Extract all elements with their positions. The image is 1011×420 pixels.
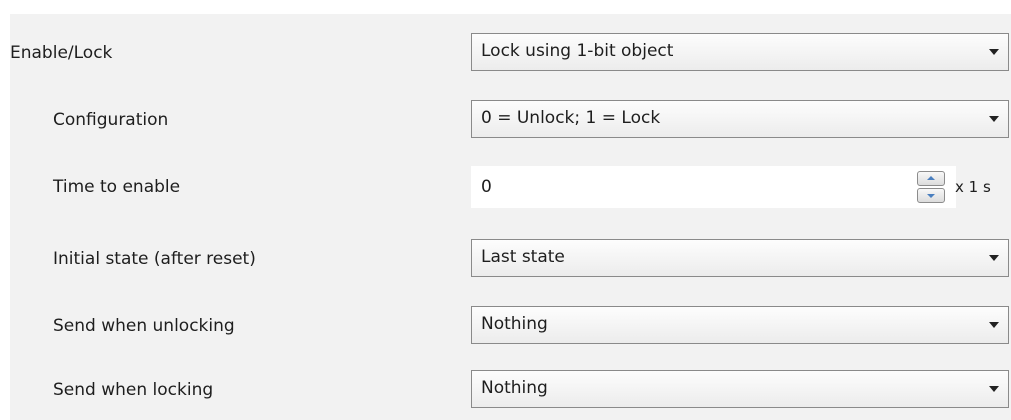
initial-state-value: Last state bbox=[481, 247, 565, 267]
send-locking-dropdown[interactable]: Nothing bbox=[471, 370, 1009, 408]
enable-lock-label: Enable/Lock bbox=[10, 43, 113, 63]
send-unlocking-value: Nothing bbox=[481, 314, 548, 334]
enable-lock-dropdown[interactable]: Lock using 1-bit object bbox=[471, 33, 1009, 71]
initial-state-dropdown[interactable]: Last state bbox=[471, 239, 1009, 277]
time-unit-label: x 1 s bbox=[955, 178, 991, 196]
time-to-enable-input[interactable]: 0 bbox=[471, 166, 956, 208]
send-unlocking-dropdown[interactable]: Nothing bbox=[471, 306, 1009, 344]
initial-state-label: Initial state (after reset) bbox=[53, 249, 256, 269]
enable-lock-row: Enable/Lock Lock using 1-bit object bbox=[10, 33, 1011, 73]
time-to-enable-spinner bbox=[917, 168, 947, 206]
spin-up-button[interactable] bbox=[917, 171, 945, 186]
chevron-down-icon bbox=[989, 116, 999, 122]
send-unlocking-row: Send when unlocking Nothing bbox=[10, 306, 1011, 346]
time-to-enable-row: Time to enable 0 x 1 s bbox=[10, 166, 1011, 208]
chevron-down-icon bbox=[989, 255, 999, 261]
time-to-enable-label: Time to enable bbox=[53, 177, 181, 197]
send-unlocking-label: Send when unlocking bbox=[53, 316, 235, 336]
spin-down-icon bbox=[927, 194, 935, 198]
chevron-down-icon bbox=[989, 386, 999, 392]
send-locking-row: Send when locking Nothing bbox=[10, 370, 1011, 410]
enable-lock-value: Lock using 1-bit object bbox=[481, 41, 674, 61]
chevron-down-icon bbox=[989, 322, 999, 328]
configuration-label: Configuration bbox=[53, 110, 169, 130]
configuration-value: 0 = Unlock; 1 = Lock bbox=[481, 108, 661, 128]
parameters-panel: Enable/Lock Lock using 1-bit object Conf… bbox=[10, 14, 1011, 420]
send-locking-value: Nothing bbox=[481, 378, 548, 398]
spin-down-button[interactable] bbox=[917, 188, 945, 203]
initial-state-row: Initial state (after reset) Last state bbox=[10, 239, 1011, 279]
chevron-down-icon bbox=[989, 49, 999, 55]
send-locking-label: Send when locking bbox=[53, 380, 214, 400]
configuration-dropdown[interactable]: 0 = Unlock; 1 = Lock bbox=[471, 100, 1009, 138]
time-to-enable-value: 0 bbox=[481, 177, 492, 197]
configuration-row: Configuration 0 = Unlock; 1 = Lock bbox=[10, 100, 1011, 140]
spin-up-icon bbox=[927, 176, 935, 180]
